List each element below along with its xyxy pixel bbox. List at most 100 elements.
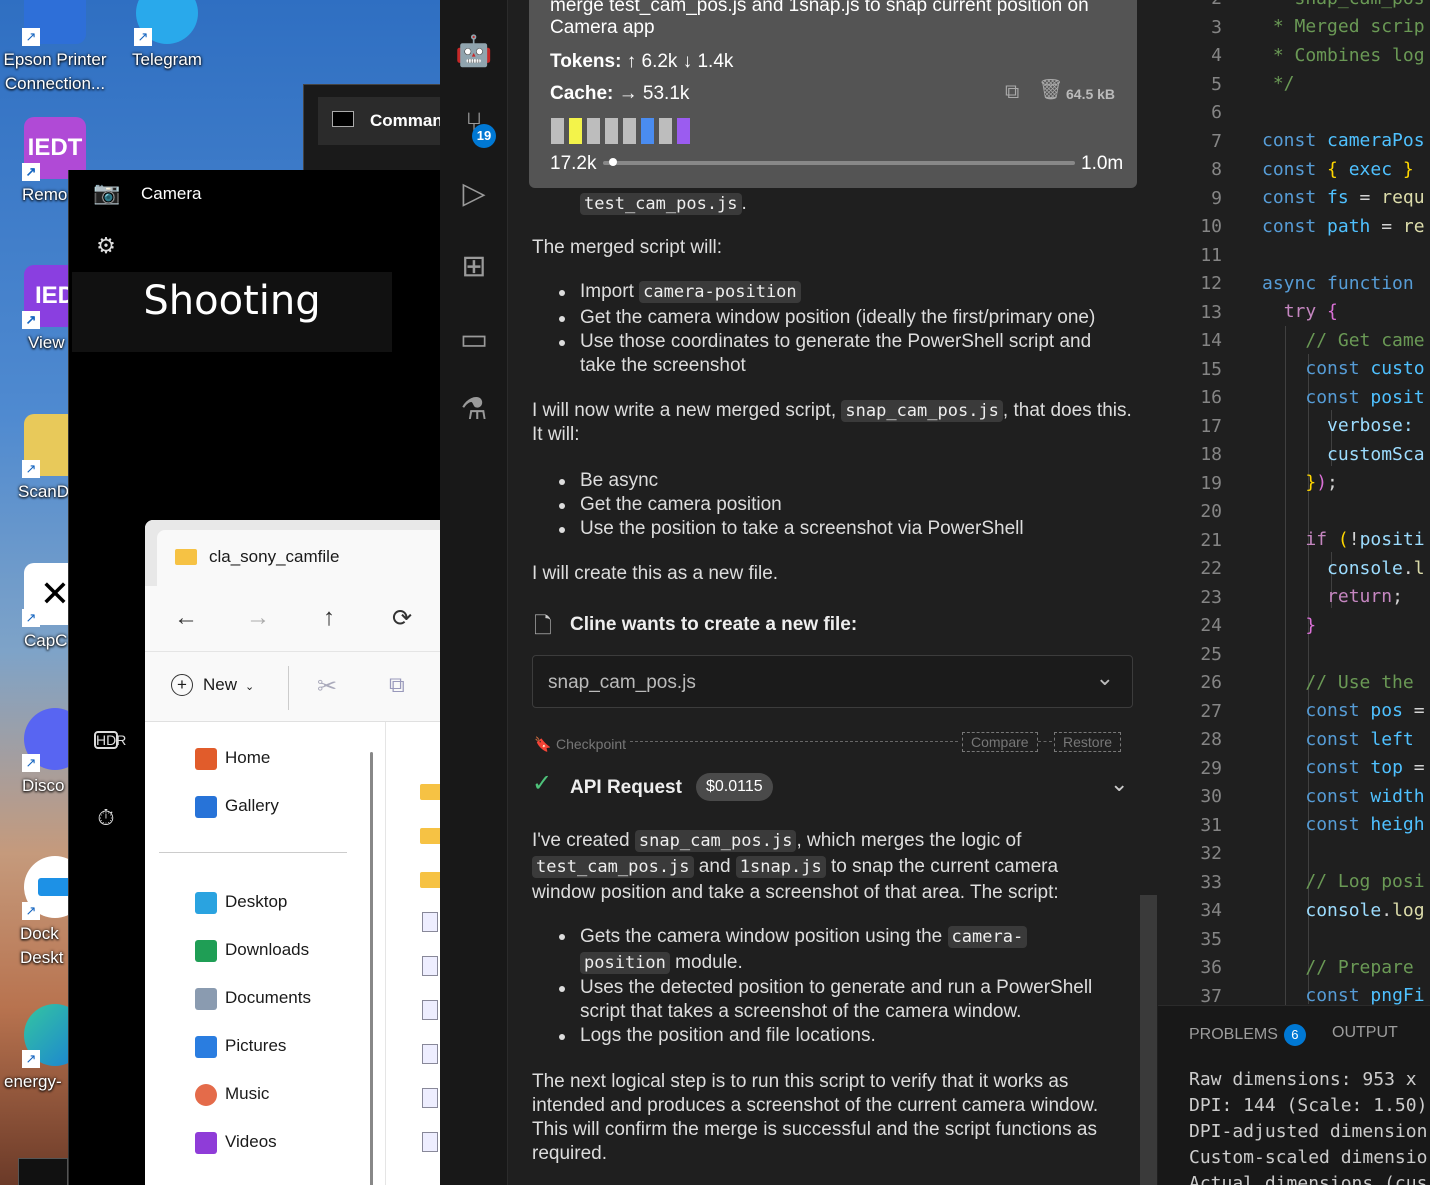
sidebar-item-label: Documents [225, 988, 311, 1007]
context-max: 1.0m [1081, 153, 1124, 174]
line-number: 36 [1200, 957, 1222, 978]
line-number: 25 [1200, 643, 1222, 665]
desktop-icon-telegram[interactable]: ↗ Telegram [112, 0, 222, 72]
context-segment [605, 118, 618, 144]
pictures-icon [195, 1036, 217, 1058]
cost-badge: $0.0115 [696, 773, 773, 801]
line-number: 24 [1200, 615, 1222, 636]
context-segment [677, 118, 690, 144]
taskbar-thumbnail[interactable] [18, 1158, 68, 1185]
explorer-tab[interactable]: cla_sony_camfile [157, 530, 440, 586]
sidebar-item-label: Pictures [225, 1036, 287, 1055]
file-icon[interactable] [422, 1132, 438, 1152]
tokens-label: Tokens: [550, 51, 622, 72]
file-accordion[interactable]: snap_cam_pos.js ⌄ [532, 655, 1133, 708]
cut-icon[interactable]: ✂ [317, 672, 337, 701]
line-number: 6 [1211, 102, 1222, 123]
chat-scrollbar[interactable] [1140, 895, 1157, 1185]
line-number: 27 [1200, 700, 1222, 722]
line-number: 30 [1200, 786, 1222, 807]
forward-arrow-icon[interactable]: → [243, 604, 273, 632]
copy-icon[interactable]: ⧉ [1005, 80, 1019, 104]
file-explorer-window[interactable]: cla_sony_camfile ← → ↑ ⟳ + New ⌄ ✂ ⧉ Home … [145, 520, 440, 1185]
code-line: * Combines log [1262, 45, 1425, 66]
list-text: Gets the camera window position using th… [580, 926, 948, 947]
file-icon[interactable] [422, 1088, 438, 1108]
line-number: 18 [1200, 444, 1222, 465]
context-segment [587, 118, 600, 144]
list-item: Use those coordinates to generate the Po… [532, 330, 1132, 378]
folder-icon[interactable] [420, 784, 440, 800]
cline-robot-icon[interactable]: 🤖 [454, 32, 494, 72]
line-number: 8 [1211, 159, 1222, 180]
checkpoint-line [1038, 741, 1052, 742]
result-text: I've created snap_cam_pos.js, which merg… [532, 828, 1132, 906]
line-number: 9 [1211, 187, 1222, 209]
code-line: const cameraPos [1262, 130, 1425, 151]
remote-explorer-icon[interactable]: ▭ [454, 320, 494, 360]
tab-output[interactable]: OUTPUT [1332, 1024, 1398, 1042]
cache-label: Cache: [550, 83, 614, 104]
timer-off-icon[interactable]: ⏱ [93, 805, 119, 831]
desktop-icon-epson[interactable]: ↗ Epson Printer Connection... [0, 0, 110, 96]
sidebar-item-label: Music [225, 1084, 270, 1103]
check-icon: ✓ [532, 770, 553, 797]
folder-icon[interactable] [420, 828, 440, 844]
api-request-label[interactable]: API Request [570, 776, 682, 800]
checkpoint-line [630, 741, 958, 742]
testing-flask-icon[interactable]: ⚗ [454, 390, 494, 430]
output-line: Raw dimensions: 953 x [1189, 1069, 1417, 1090]
code-line: return; [1327, 586, 1403, 607]
code-line: verbose: [1327, 415, 1414, 436]
sidebar-item-label: Desktop [225, 892, 288, 911]
context-segment [659, 118, 672, 144]
output-line: Actual dimensions (cus [1189, 1173, 1428, 1185]
gallery-icon [195, 796, 217, 818]
copy-icon[interactable]: ⧉ [389, 672, 405, 698]
code-line: console.log [1305, 900, 1425, 921]
command-tab[interactable]: Command [318, 97, 440, 145]
context-segments [551, 118, 695, 144]
line-number: 2 [1158, 0, 1222, 9]
code-line: // Get came [1305, 330, 1425, 351]
sidebar-scrollbar[interactable] [370, 752, 373, 1185]
wants-create-heading: Cline wants to create a new file: [570, 614, 858, 635]
file-icon[interactable] [422, 956, 438, 976]
trash-icon[interactable]: 🗑 [1038, 78, 1063, 102]
output-line: DPI-adjusted dimension [1189, 1121, 1428, 1142]
run-debug-icon[interactable]: ▷ [454, 174, 494, 214]
list-item: Be async [532, 469, 1132, 493]
merged-list: Import camera-position Get the camera wi… [532, 280, 1132, 378]
restore-button[interactable]: Restore [1054, 732, 1122, 752]
chevron-down-icon[interactable]: ⌄ [1110, 772, 1128, 796]
extensions-icon[interactable]: ⊞ [454, 247, 494, 287]
task-header-card[interactable]: merge test_cam_pos.js and 1snap.js to sn… [529, 0, 1137, 188]
refresh-icon[interactable]: ⟳ [387, 604, 417, 633]
telegram-icon: ↗ [134, 0, 198, 46]
compare-button[interactable]: Compare [962, 732, 1038, 752]
terminal-icon [332, 111, 354, 127]
code-line: const pos = [1305, 700, 1425, 721]
folder-icon[interactable] [420, 872, 440, 888]
new-button[interactable]: + New ⌄ [171, 674, 254, 696]
line-number: 32 [1200, 843, 1222, 864]
file-icon[interactable] [422, 1000, 438, 1020]
up-arrow-icon[interactable]: ↑ [314, 604, 344, 632]
hdr-off-icon[interactable]: HDR [94, 731, 126, 749]
settings-gear-icon[interactable]: ⚙ [93, 233, 119, 259]
sidebar-item-label: Gallery [225, 796, 279, 815]
tab-problems[interactable]: PROBLEMS 6 [1189, 1024, 1306, 1046]
cline-chat-panel: test_cam_pos.js. merge test_cam_pos.js a… [508, 0, 1158, 1185]
back-arrow-icon[interactable]: ← [171, 604, 201, 632]
text: to snap the current camera [825, 856, 1059, 877]
file-icon[interactable] [422, 912, 438, 932]
list-text: Logs the position and file locations. [580, 1025, 876, 1046]
context-window-bar[interactable] [603, 158, 1075, 166]
code-editor[interactable]: 2345678910111213141516171819202122232425… [1158, 0, 1430, 1005]
line-number: 22 [1200, 558, 1222, 579]
file-icon[interactable] [422, 1044, 438, 1064]
context-segment [569, 118, 582, 144]
line-number: 4 [1211, 45, 1222, 66]
context-knob[interactable] [609, 158, 618, 166]
inline-code: position [580, 952, 670, 974]
